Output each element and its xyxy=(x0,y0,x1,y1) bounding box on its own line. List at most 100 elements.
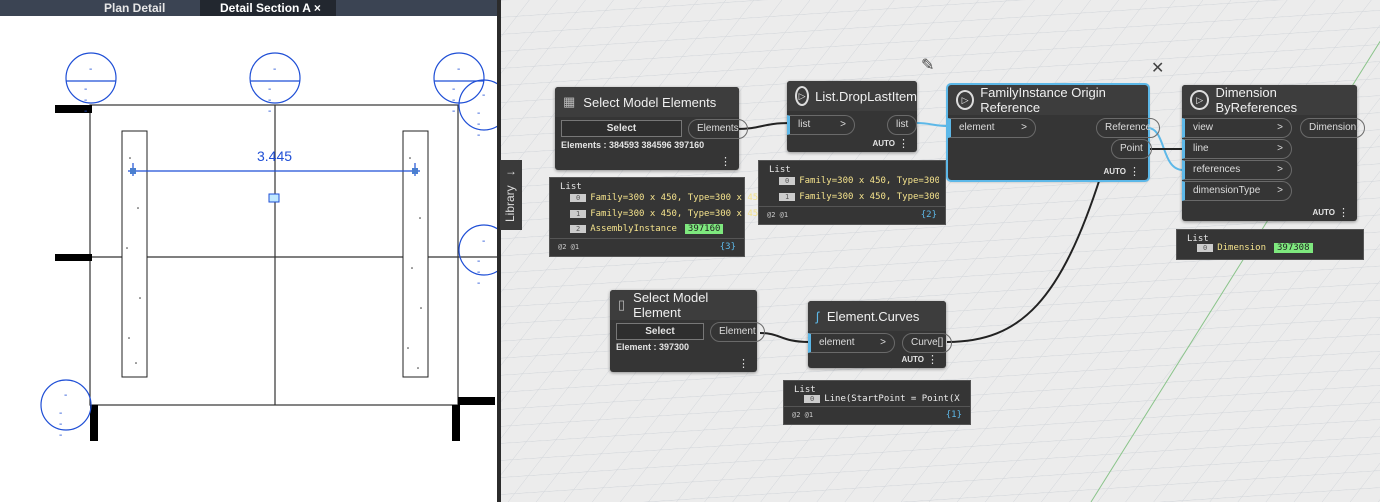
watch-row: Family=300 x 450, Type=300 x 450 xyxy=(590,209,764,219)
node-title: Select Model Element xyxy=(633,290,709,320)
function-icon: ▷ xyxy=(1190,90,1210,110)
node-dimension-byreferences[interactable]: ▷ Dimension ByReferences view > line > refe… xyxy=(1182,85,1366,221)
section-drawing xyxy=(40,52,497,441)
watch-label: List xyxy=(560,182,582,192)
index-badge: 1 xyxy=(570,210,587,218)
arrow-right-icon: → xyxy=(505,164,517,178)
grid-bubble-2-bottom: --- xyxy=(268,84,272,117)
node-info: Elements : 384593 384596 397160 xyxy=(561,140,705,150)
grid-bubble-5-bottom: --- xyxy=(477,256,481,289)
watch-row: Family=300 x 450, Type=300 x 45 xyxy=(799,192,939,202)
node-title: Select Model Elements xyxy=(583,94,717,110)
index-badge: 0 xyxy=(779,177,796,185)
watch-row: Dimension xyxy=(1217,243,1266,253)
library-label: Library xyxy=(503,185,517,222)
port-label: element xyxy=(959,122,995,133)
grid-bubble-1-top: - xyxy=(89,64,93,75)
grid-bubble-2-top: - xyxy=(273,64,277,75)
eyedropper-icon[interactable]: ✎ xyxy=(921,55,934,74)
tab-detail-section-a[interactable]: Detail Section A × xyxy=(200,0,336,16)
output-port-curves[interactable]: Curve[] xyxy=(902,333,953,353)
port-label: dimensionType xyxy=(1193,185,1261,196)
port-label: view xyxy=(1193,122,1214,133)
grid-bubble-5-top: - xyxy=(482,236,486,247)
item-count: {3} xyxy=(719,242,736,252)
output-port-elements[interactable]: Elements xyxy=(688,119,748,139)
tools-icon[interactable]: ✕ xyxy=(1151,58,1164,77)
revit-view-pane[interactable]: Plan Detail Detail Section A × - --- - -… xyxy=(0,0,497,502)
element-id-link[interactable]: 397160 xyxy=(684,224,724,234)
index-badge: 2 xyxy=(570,225,587,233)
input-port-element[interactable]: element > xyxy=(948,118,1036,138)
tab-label: Detail Section A xyxy=(220,1,311,15)
more-icon[interactable]: ⋮ xyxy=(898,137,909,150)
select-button[interactable]: Select xyxy=(561,120,682,137)
output-port-list[interactable]: list xyxy=(887,115,918,135)
item-count: {2} xyxy=(920,210,937,220)
run-mode-label: AUTO xyxy=(1312,208,1335,217)
port-label: references xyxy=(1193,164,1241,175)
node-info: Element : 397300 xyxy=(616,342,690,352)
grid-bubble-3-top: - xyxy=(457,64,461,75)
node-select-model-elements[interactable]: ▦ Select Model Elements Select Elements E… xyxy=(555,87,748,170)
input-port-line[interactable]: line > xyxy=(1182,139,1292,159)
more-icon[interactable]: ⋮ xyxy=(738,357,749,370)
grid-bubble-6-bottom: --- xyxy=(59,408,63,441)
output-port-reference[interactable]: Reference xyxy=(1096,118,1161,138)
output-port-element[interactable]: Element xyxy=(710,322,765,342)
watch-preview-4: List 0Line(StartPoint = Point(X = -15 @2… xyxy=(783,380,971,425)
grid-bubble-4-top: - xyxy=(482,90,486,101)
list-levels: @2 @1 xyxy=(767,211,789,219)
port-label: list xyxy=(798,119,811,130)
close-icon[interactable]: × xyxy=(314,1,321,15)
item-count: {1} xyxy=(945,410,962,420)
input-port-list[interactable]: list > xyxy=(787,115,855,135)
watch-row: AssemblyInstance xyxy=(590,224,677,234)
output-port-dimension[interactable]: Dimension xyxy=(1300,118,1366,138)
watch-preview-1: List 0 Family=300 x 450, Type=300 x 450 1… xyxy=(549,177,764,257)
port-label: element xyxy=(819,337,855,348)
more-icon[interactable]: ⋮ xyxy=(927,353,938,366)
node-title: List.DropLastItem xyxy=(815,88,917,104)
watch-row: Family=300 x 450, Type=300 x 45 xyxy=(799,176,939,186)
select-button[interactable]: Select xyxy=(616,323,704,340)
node-element-curves[interactable]: ʃ Element.Curves element > Curve[] AUTO ⋮ xyxy=(808,301,953,368)
more-icon[interactable]: ⋮ xyxy=(1129,165,1140,178)
grid-bubble-1-bottom: --- xyxy=(84,84,88,117)
element-id-link[interactable]: 397308 xyxy=(1274,243,1313,253)
watch-label: List xyxy=(769,165,791,175)
node-select-model-element[interactable]: ▯ Select Model Element Select Element Ele… xyxy=(610,290,765,372)
node-title: FamilyInstance Origin Reference xyxy=(980,85,1106,115)
run-mode-label: AUTO xyxy=(1103,167,1126,176)
input-port-view[interactable]: view > xyxy=(1182,118,1292,138)
node-title: Dimension ByReferences xyxy=(1215,85,1298,115)
more-icon[interactable]: ⋮ xyxy=(720,155,731,168)
library-toggle[interactable]: → Library xyxy=(500,160,522,230)
watch-preview-3: List 0 Dimension 397308 xyxy=(1176,229,1364,260)
node-list-droplastitem[interactable]: ▷ List.DropLastItem list > list AUTO ⋮ xyxy=(787,81,918,152)
output-port-point[interactable]: Point xyxy=(1111,139,1152,159)
tab-plan-detail[interactable]: Plan Detail xyxy=(80,0,190,16)
index-badge: 1 xyxy=(779,193,796,201)
dimension-value[interactable]: 3.445 xyxy=(257,148,292,164)
run-mode-label: AUTO xyxy=(901,355,924,364)
view-tab-bar: Plan Detail Detail Section A × xyxy=(0,0,497,16)
dynamo-canvas[interactable]: ▦ Select Model Elements Select Elements E… xyxy=(501,0,1380,502)
node-title: Element.Curves xyxy=(826,308,920,324)
select-elements-icon: ▦ xyxy=(563,94,576,109)
run-mode-label: AUTO xyxy=(872,139,895,148)
grid-bubble-6-top: - xyxy=(64,390,68,401)
input-port-element[interactable]: element > xyxy=(808,333,895,353)
grid-bubble-3-bottom: --- xyxy=(452,84,456,117)
watch-row: Line(StartPoint = Point(X = -15 xyxy=(824,394,964,404)
tab-label: Plan Detail xyxy=(104,1,166,15)
watch-row: Family=300 x 450, Type=300 x 450 xyxy=(590,193,764,203)
grid-bubble-4-bottom: --- xyxy=(477,108,481,141)
index-badge: 0 xyxy=(1197,244,1214,252)
input-port-references[interactable]: references > xyxy=(1182,160,1292,180)
more-icon[interactable]: ⋮ xyxy=(1338,206,1349,219)
node-familyinstance-origin-reference[interactable]: ▷ FamilyInstance Origin Reference element… xyxy=(946,83,1161,182)
input-port-dimensiontype[interactable]: dimensionType > xyxy=(1182,181,1292,201)
list-levels: @2 @1 xyxy=(558,243,580,251)
port-label: line xyxy=(1193,143,1209,154)
